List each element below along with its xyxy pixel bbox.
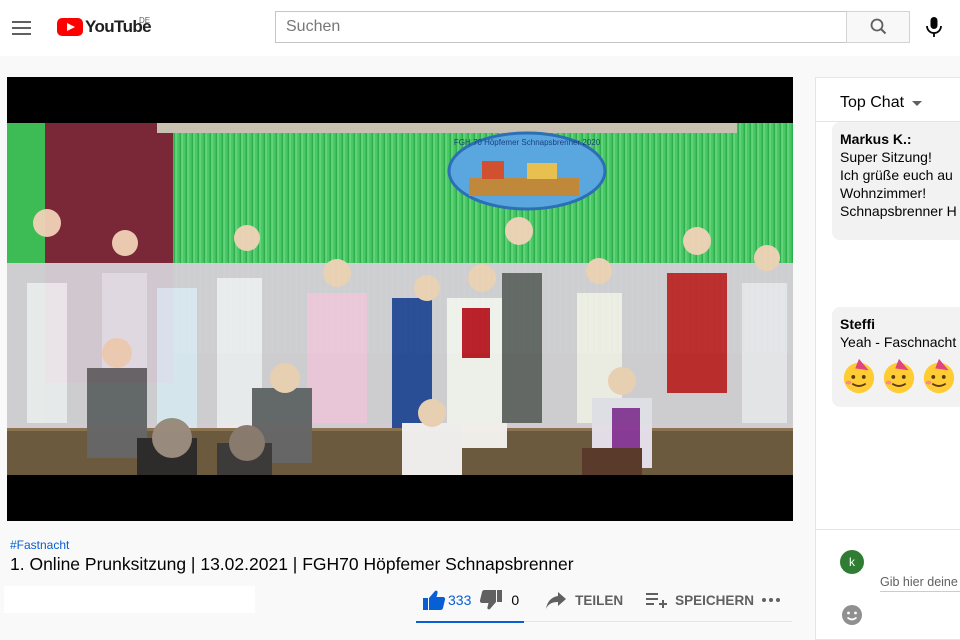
playlist-add-icon [646,593,668,608]
partying-face-emoji-icon [883,358,915,394]
region-code: DE [139,16,151,25]
chat-input-area: k [816,529,960,639]
chat-text-line: Ich grüße euch au [840,167,953,183]
chat-mode-dropdown[interactable]: Top Chat [840,94,923,112]
menu-icon[interactable] [8,13,38,43]
avatar: k [840,550,864,574]
chat-text-line: Yeah - Faschnacht [840,334,957,350]
partying-face-emoji-icon [923,358,955,394]
like-button[interactable]: 333 [422,582,471,618]
thumbs-down-icon [480,590,503,610]
chat-message: Steffi Yeah - Faschnacht [832,307,960,407]
like-count: 333 [448,592,472,608]
chat-text-line: Super Sitzung! [840,149,932,165]
view-count-area [4,586,255,613]
chat-message-input[interactable] [880,572,960,592]
live-chat-panel: Top Chat Markus K.: Super Sitzung! Ich g… [815,77,960,640]
dislike-count: 0 [511,592,520,608]
chat-message: Markus K.: Super Sitzung! Ich grüße euch… [832,122,960,240]
caret-down-icon [912,100,923,106]
video-title: 1. Online Prunksitzung | 13.02.2021 | FG… [10,554,574,574]
search-box [275,11,847,43]
sentiment-bar [416,621,524,623]
emoji-row [840,357,960,395]
svg-text:FGH 70 Höpfemer Schnapsbrenner: FGH 70 Höpfemer Schnapsbrenner 2020 [454,138,601,147]
save-label: SPEICHERN [675,592,754,608]
emoji-picker-icon[interactable] [841,604,863,626]
share-label: TEILEN [575,592,624,608]
action-bar: 333 0 TEILEN SPEICHERN [416,582,754,618]
chat-text-line: Wohnzimmer! [840,185,927,201]
chat-text-line: Schnapsbrenner H [840,203,957,219]
save-button[interactable]: SPEICHERN [645,582,754,618]
video-frame[interactable]: FGH 70 Höpfemer Schnapsbrenner 2020 [7,123,793,475]
video-thumbnail: FGH 70 Höpfemer Schnapsbrenner 2020 [7,123,793,475]
video-player[interactable]: FGH 70 Höpfemer Schnapsbrenner 2020 [7,77,793,521]
youtube-logo[interactable]: YouTube [57,15,152,39]
thumbs-up-icon [423,590,446,610]
dislike-button[interactable]: 0 [479,582,519,618]
microphone-icon[interactable] [922,14,946,40]
chat-mode-label: Top Chat [840,94,905,111]
more-actions-icon[interactable] [760,590,784,610]
share-button[interactable]: TEILEN [545,582,623,618]
sentiment-track [524,621,792,622]
youtube-play-icon [57,18,83,36]
hashtag-link[interactable]: #Fastnacht [10,538,69,552]
chat-author: Steffi [840,316,875,332]
stage-banner: FGH 70 Höpfemer Schnapsbrenner 2020 [447,131,607,211]
search-button[interactable] [846,11,910,43]
chat-header: Top Chat [816,78,960,122]
search-icon [870,18,887,35]
partying-face-emoji-icon [843,358,875,394]
search-input[interactable] [276,12,846,42]
share-icon [546,592,567,609]
chat-author: Markus K.: [840,131,912,147]
